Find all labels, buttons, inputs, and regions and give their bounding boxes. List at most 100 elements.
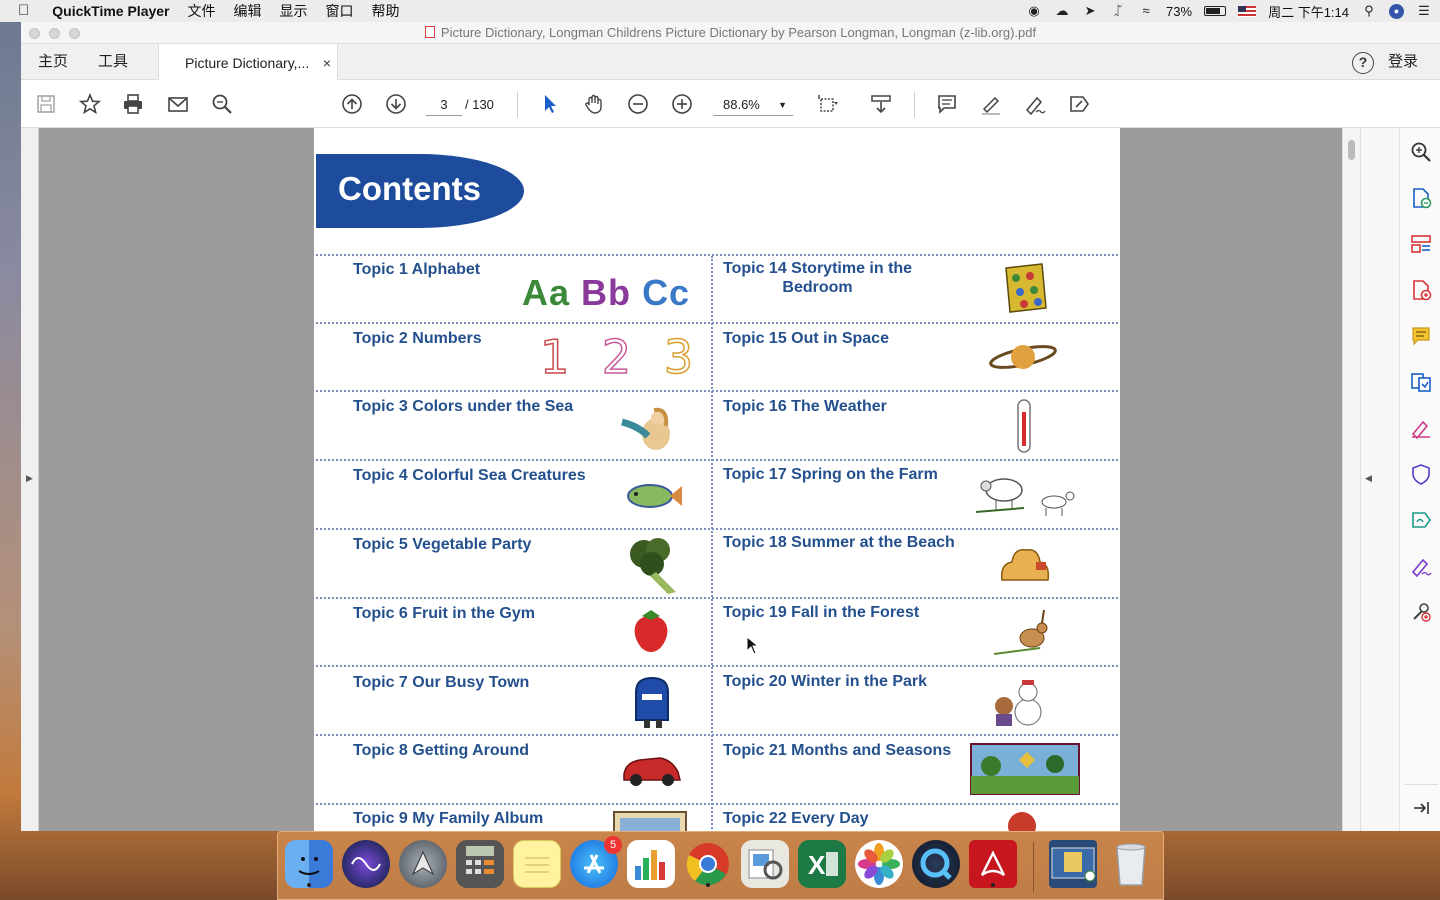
zoom-in-icon[interactable] [670, 92, 694, 116]
pdf-page[interactable]: Contents Topic 1 Alphabet Topic 2 Number… [314, 128, 1120, 831]
comment-tool-icon[interactable] [1409, 324, 1433, 348]
login-button[interactable]: 登录 [1388, 44, 1418, 80]
clock[interactable]: 周二 下午1:14 [1268, 2, 1349, 21]
fill-and-sign-icon[interactable] [1409, 554, 1433, 578]
select-cursor-icon[interactable] [538, 92, 562, 116]
saturn-illustration [989, 345, 1057, 369]
zoom-level-select[interactable]: 88.6% ▼ [713, 94, 793, 116]
send-icon[interactable]: ➤ [1082, 4, 1098, 18]
mermaid-illustration [621, 407, 670, 450]
preview-icon[interactable] [741, 840, 789, 888]
topic-5-label: Topic 5 Vegetable Party [353, 536, 532, 553]
combine-files-icon[interactable] [1409, 370, 1433, 394]
cloud-icon[interactable]: ☁ [1054, 4, 1070, 18]
tab-home[interactable]: 主页 [38, 44, 68, 80]
window-title: Picture Dictionary, Longman Childrens Pi… [21, 22, 1440, 44]
notification-center-icon[interactable]: ☰ [1416, 4, 1432, 18]
dock: 5 X [277, 831, 1164, 900]
launchpad-icon[interactable] [399, 840, 447, 888]
menu-view[interactable]: 显示 [271, 0, 317, 22]
edit-pdf-icon[interactable] [1409, 416, 1433, 440]
scroll-mode-icon[interactable] [869, 92, 893, 116]
more-tools-icon[interactable] [1409, 600, 1433, 624]
create-pdf-icon[interactable] [1409, 278, 1433, 302]
trash-icon[interactable] [1107, 840, 1155, 888]
bluetooth-icon[interactable]: ᛢ [1110, 4, 1126, 18]
left-navigation-pane[interactable]: ▶ [21, 128, 39, 831]
page-fit-icon[interactable] [816, 92, 840, 116]
sign-icon[interactable] [1023, 92, 1047, 116]
page-number-input[interactable]: 3 [426, 94, 462, 116]
app-store-icon[interactable]: 5 [570, 836, 622, 888]
comment-icon[interactable] [935, 92, 959, 116]
record-icon[interactable]: ◉ [1026, 4, 1042, 18]
tab-bar: 主页 工具 Picture Dictionary,... × ? 登录 [21, 44, 1440, 81]
numbers-icon[interactable] [627, 840, 675, 888]
page-total: / 130 [465, 97, 494, 112]
apple-menu-icon[interactable]:  [0, 0, 38, 22]
help-icon[interactable]: ? [1352, 52, 1374, 74]
vertical-scrollbar[interactable] [1342, 128, 1360, 831]
hand-tool-icon[interactable] [582, 92, 606, 116]
zoom-out-icon[interactable] [626, 92, 650, 116]
bookmark-star-icon[interactable] [78, 92, 102, 116]
app-menu[interactable]: QuickTime Player [38, 0, 178, 22]
print-icon[interactable] [121, 92, 145, 116]
close-tab-icon[interactable]: × [323, 44, 331, 82]
spotlight-search-icon[interactable]: ⚲ [1361, 4, 1377, 18]
collapse-tools-icon[interactable] [1409, 796, 1433, 820]
send-for-signature-icon[interactable] [1409, 508, 1433, 532]
tab-document[interactable]: Picture Dictionary,... × [158, 44, 338, 81]
topic-3-label: Topic 3 Colors under the Sea [353, 398, 574, 415]
alphabet-illustration: Aa Bb Cc [522, 272, 690, 314]
collapse-panel-icon[interactable]: ◀ [1365, 473, 1372, 484]
excel-icon[interactable]: X [798, 840, 846, 888]
export-pdf-icon[interactable] [1409, 186, 1433, 210]
email-icon[interactable] [166, 92, 190, 116]
topic-15-label: Topic 15 Out in Space [723, 330, 889, 347]
notes-icon[interactable] [513, 840, 561, 888]
dock-separator [1033, 842, 1034, 892]
topic-9-label: Topic 9 My Family Album [353, 810, 544, 827]
input-source-flag-icon[interactable] [1238, 5, 1257, 17]
menu-edit[interactable]: 编辑 [225, 0, 271, 22]
expand-left-pane-icon[interactable]: ▶ [26, 473, 33, 484]
protect-shield-icon[interactable] [1409, 462, 1433, 486]
menu-file[interactable]: 文件 [179, 0, 225, 22]
alphabet-bb: Bb [581, 272, 632, 313]
menu-window[interactable]: 窗口 [317, 0, 363, 22]
menu-help[interactable]: 帮助 [363, 0, 409, 22]
quicktime-icon[interactable] [912, 840, 960, 888]
siri-icon[interactable] [342, 840, 390, 888]
wifi-icon[interactable]: ≈ [1138, 4, 1154, 18]
finder-icon[interactable] [285, 840, 333, 888]
farm-animals-illustration [975, 478, 1075, 516]
row-divider [316, 734, 1118, 736]
battery-percent: 73% [1166, 3, 1193, 19]
organize-pages-icon[interactable] [1409, 232, 1433, 256]
pdf-document-icon[interactable] [1049, 840, 1097, 888]
battery-icon[interactable] [1204, 6, 1227, 16]
previous-page-icon[interactable] [340, 92, 364, 116]
photos-icon[interactable] [855, 840, 903, 888]
quilt-illustration [1005, 263, 1047, 313]
user-avatar-icon[interactable]: ● [1389, 3, 1404, 19]
tab-document-label: Picture Dictionary,... [185, 55, 310, 71]
pdf-background: Contents Topic 1 Alphabet Topic 2 Number… [39, 128, 1360, 831]
mouse-pointer-icon [746, 636, 760, 655]
highlight-pen-icon[interactable] [979, 92, 1003, 116]
calculator-icon[interactable] [456, 840, 504, 888]
panel-divider [1404, 784, 1438, 785]
topic-6-label: Topic 6 Fruit in the Gym [353, 605, 535, 622]
topic-16-label: Topic 16 The Weather [723, 398, 887, 415]
tab-tools[interactable]: 工具 [98, 44, 128, 80]
find-zoom-icon[interactable] [210, 92, 234, 116]
fill-sign-icon[interactable] [1067, 92, 1091, 116]
acrobat-icon[interactable] [969, 840, 1017, 888]
save-icon[interactable] [34, 92, 58, 116]
next-page-icon[interactable] [384, 92, 408, 116]
scrollbar-thumb[interactable] [1348, 140, 1355, 160]
topic-20-label: Topic 20 Winter in the Park [723, 673, 928, 690]
chrome-icon[interactable] [684, 840, 732, 888]
zoom-search-icon[interactable] [1409, 140, 1433, 164]
